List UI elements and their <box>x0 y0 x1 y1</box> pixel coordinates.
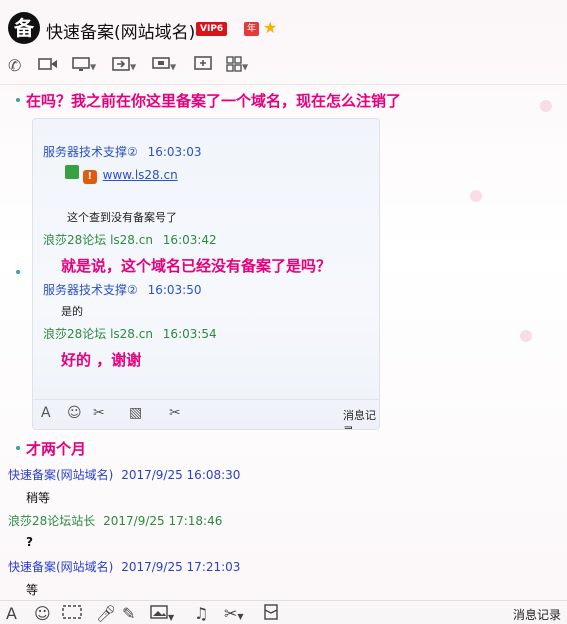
inner-sender: 浪莎28论坛 ls28.cn <box>43 233 153 247</box>
history-entry: 快速备案(网站域名) 2017/9/25 16:08:30 <box>8 466 240 483</box>
file-transfer-icon[interactable]: ▼ <box>112 56 136 76</box>
message-history-button[interactable]: 消息记录 <box>513 606 561 623</box>
inner-text: 是的 <box>61 305 83 318</box>
screen-share-icon[interactable]: ▼ <box>72 56 96 76</box>
avatar[interactable]: 备 <box>8 12 40 44</box>
year-badge: 年 <box>244 22 260 36</box>
add-chat-icon[interactable] <box>194 56 212 76</box>
chat-toolbar: ✆ ▼ ▼ ▼ ▼ <box>0 56 567 78</box>
vip-badge[interactable]: VIP6 <box>196 22 228 36</box>
inner-time: 16:03:50 <box>147 283 202 297</box>
inner-pink-text: 好的 ，谢谢 <box>61 351 142 369</box>
red-packet-icon[interactable] <box>264 604 278 624</box>
pen-icon[interactable]: ✎ <box>122 604 135 623</box>
inner-history-label: 消息记录 <box>343 409 376 429</box>
chat-title[interactable]: 快速备案(网站域名) <box>46 18 195 43</box>
star-icon[interactable]: ★ <box>263 18 277 37</box>
message-bullet <box>16 270 20 274</box>
inner-sender: 浪莎28论坛 ls28.cn <box>43 327 153 341</box>
history-text: 稍等 <box>26 491 51 505</box>
history-entry: 快速备案(网站域名) 2017/9/25 17:21:03 <box>8 558 240 575</box>
inner-time: 16:03:54 <box>162 327 217 341</box>
history-time: 2017/9/25 17:18:46 <box>103 514 223 528</box>
inner-time: 16:03:03 <box>147 145 202 159</box>
image-icon[interactable]: ▼ <box>150 604 174 624</box>
video-icon[interactable] <box>38 56 58 76</box>
inner-toolbar: A ☺ ✂ ▧ ✂ 消息记录 <box>33 399 379 429</box>
inner-time: 16:03:42 <box>162 233 217 247</box>
inner-sender: 服务器技术支撑② <box>43 283 138 297</box>
blossom-decoration <box>470 190 482 202</box>
scissors-icon: ✂ <box>169 405 181 421</box>
font-icon[interactable]: A <box>6 604 17 623</box>
emoji-icon[interactable]: ☺ <box>34 604 51 623</box>
blossom-decoration <box>540 100 552 112</box>
history-text: ? <box>26 535 33 549</box>
scissors-icon[interactable]: ✂▼ <box>224 604 244 623</box>
phone-icon[interactable]: ✆ <box>8 56 21 76</box>
history-entry: 浪莎28论坛站长 2017/9/25 17:18:46 <box>8 512 222 529</box>
input-toolbar: A ☺ 🎤︎ ✎ ▼ ♫ ✂▼ 消息记录 <box>0 600 567 624</box>
history-time: 2017/9/25 16:08:30 <box>121 468 241 482</box>
history-text: 等 <box>26 583 39 597</box>
screenshot-icon[interactable] <box>62 604 82 624</box>
inner-pink-text: 就是说，这个域名已经没有备案了是吗？ <box>61 257 332 275</box>
emoji-icon: ☺ <box>67 405 82 421</box>
inner-sender: 服务器技术支撑② <box>43 145 138 159</box>
music-icon[interactable]: ♫ <box>194 604 208 623</box>
inner-link[interactable]: www.ls28.cn <box>103 168 178 182</box>
message-text: 才两个月 <box>26 440 87 458</box>
screenshot-icon: ✂ <box>93 405 105 421</box>
message-bullet <box>16 446 20 450</box>
remote-desktop-icon[interactable]: ▼ <box>152 56 176 76</box>
toolbar-divider <box>0 84 567 85</box>
font-icon: A <box>41 405 51 421</box>
message-text: 在吗？我之前在你这里备案了一个域名，现在怎么注销了 <box>26 92 402 110</box>
message-bullet <box>16 98 20 102</box>
history-time: 2017/9/25 17:21:03 <box>121 560 241 574</box>
embedded-screenshot[interactable]: 服务器技术支撑② 16:03:03 ! www.ls28.cn 这个查到没有备案… <box>32 118 380 430</box>
shield-icon <box>65 165 79 179</box>
microphone-icon[interactable]: 🎤︎ <box>96 604 116 623</box>
blossom-decoration <box>520 330 532 342</box>
history-sender: 快速备案(网站域名) <box>8 560 114 574</box>
warning-icon: ! <box>82 170 97 184</box>
apps-icon[interactable]: ▼ <box>226 56 248 76</box>
history-sender: 快速备案(网站域名) <box>8 468 114 482</box>
chat-header: 备 快速备案(网站域名) VIP6 年 ★ <box>0 0 567 56</box>
history-sender: 浪莎28论坛站长 <box>8 514 96 528</box>
inner-text: 这个查到没有备案号了 <box>67 211 177 224</box>
image-icon: ▧ <box>129 405 143 421</box>
